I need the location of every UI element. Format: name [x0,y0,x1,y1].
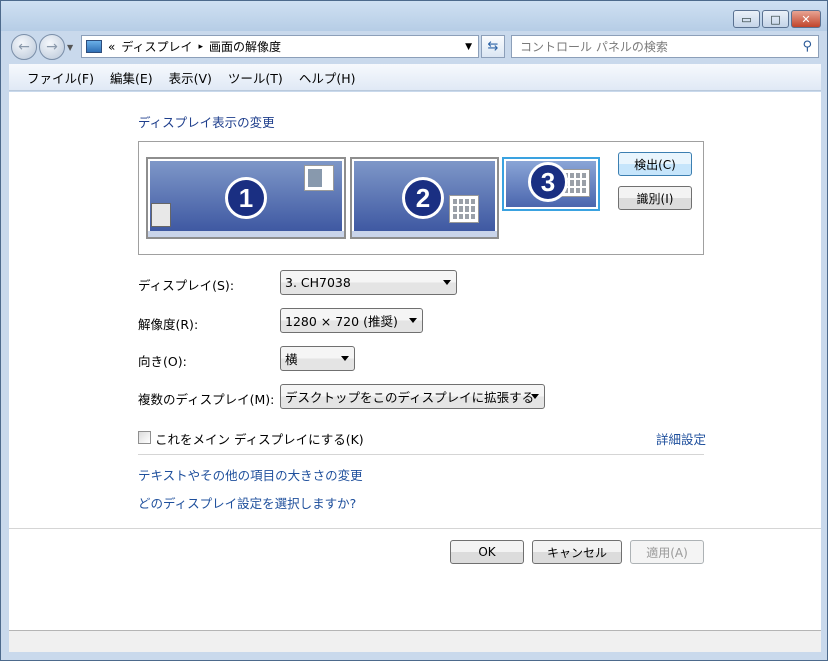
chevron-down-icon [409,318,417,323]
chevron-down-icon [531,394,539,399]
caption-buttons: ▭ □ ✕ [733,10,821,28]
identify-button[interactable]: 識別(I) [618,186,692,210]
search-placeholder: コントロール パネルの検索 [520,40,668,54]
monitor-1[interactable]: 1 [146,157,346,239]
page-title: ディスプレイ表示の変更 [138,115,275,130]
back-button[interactable]: ← [11,34,37,60]
orientation-label: 向き(O): [138,354,187,369]
menu-tools[interactable]: ツール(T) [228,68,283,87]
text-size-link[interactable]: テキストやその他の項目の大きさの変更 [138,465,363,484]
maximize-button[interactable]: □ [762,10,789,28]
forward-button[interactable]: → [39,34,65,60]
minimize-button[interactable]: ▭ [733,10,760,28]
search-icon[interactable]: ⚲ [802,39,812,54]
detect-button[interactable]: 検出(C) [618,152,692,176]
resolution-label: 解像度(R): [138,317,199,332]
back-arrow-icon: ← [18,39,30,55]
menu-bar: ファイル(F) 編集(E) 表示(V) ツール(T) ヘルプ(H) [9,64,821,91]
status-bar [9,630,821,652]
refresh-button[interactable]: ⇆ [481,35,505,58]
monitor-1-number: 1 [225,177,267,219]
refresh-icon: ⇆ [487,39,499,54]
orientation-select-value: 横 [285,352,298,367]
ok-button[interactable]: OK [450,540,524,564]
breadcrumb-resolution[interactable]: 画面の解像度 [209,38,281,55]
monitor-2-taskbar [352,231,497,237]
menu-edit[interactable]: 編集(E) [110,68,153,87]
orientation-select[interactable]: 横 [280,346,355,371]
display-select-value: 3. CH7038 [285,275,351,290]
apply-button[interactable]: 適用(A) [630,540,704,564]
which-settings-link[interactable]: どのディスプレイ設定を選択しますか? [138,493,356,512]
resolution-select-value: 1280 × 720 (推奨) [285,314,398,329]
content-area: ディスプレイ表示の変更 1 2 3 検出(C) 識別(I) ディスプレイ(S):… [9,92,821,528]
monitor-2-grid-icon [449,195,479,223]
main-display-checkbox[interactable] [138,431,151,444]
breadcrumb-separator-icon[interactable]: ▸ [199,42,204,52]
monitor-2[interactable]: 2 [350,157,499,239]
address-bar[interactable]: « ディスプレイ ▸ 画面の解像度 ▼ [81,35,479,58]
dialog-footer: OK キャンセル 適用(A) [9,528,821,630]
monitor-1-taskbar [148,231,344,237]
menu-file[interactable]: ファイル(F) [27,68,94,87]
multiple-displays-label: 複数のディスプレイ(M): [138,392,275,407]
monitor-2-number: 2 [402,177,444,219]
control-panel-icon [86,40,102,53]
main-display-checkbox-label[interactable]: これをメイン ディスプレイにする(K) [155,429,364,448]
address-overflow[interactable]: « [108,40,115,54]
address-dropdown-icon[interactable]: ▼ [465,42,472,52]
display-select[interactable]: 3. CH7038 [280,270,457,295]
resolution-select[interactable]: 1280 × 720 (推奨) [280,308,423,333]
breadcrumb-display[interactable]: ディスプレイ [121,38,192,55]
multiple-displays-select-value: デスクトップをこのディスプレイに拡張する [285,390,535,405]
window-icon [304,165,334,191]
computer-icon [151,203,171,227]
close-button[interactable]: ✕ [791,10,821,28]
title-bar: ▭ □ ✕ [1,1,827,31]
recent-pages-dropdown[interactable]: ▼ [67,43,73,52]
window: ▭ □ ✕ ← → ▼ « ディスプレイ ▸ 画面の解像度 ▼ ⇆ コントロール… [0,0,828,661]
display-arrangement: 1 2 3 検出(C) 識別(I) [138,141,704,255]
multiple-displays-select[interactable]: デスクトップをこのディスプレイに拡張する [280,384,545,409]
menu-help[interactable]: ヘルプ(H) [299,68,356,87]
menu-view[interactable]: 表示(V) [169,68,212,87]
cancel-button[interactable]: キャンセル [532,540,622,564]
monitor-3[interactable]: 3 [502,157,600,211]
forward-arrow-icon: → [46,39,58,55]
address-row: ← → ▼ « ディスプレイ ▸ 画面の解像度 ▼ ⇆ コントロール パネルの検… [1,31,827,63]
divider [138,454,704,455]
display-label: ディスプレイ(S): [138,278,235,293]
chevron-down-icon [443,280,451,285]
advanced-settings-link[interactable]: 詳細設定 [656,429,706,448]
chevron-down-icon [341,356,349,361]
search-input[interactable]: コントロール パネルの検索 ⚲ [511,35,819,58]
monitor-3-number: 3 [528,162,568,202]
